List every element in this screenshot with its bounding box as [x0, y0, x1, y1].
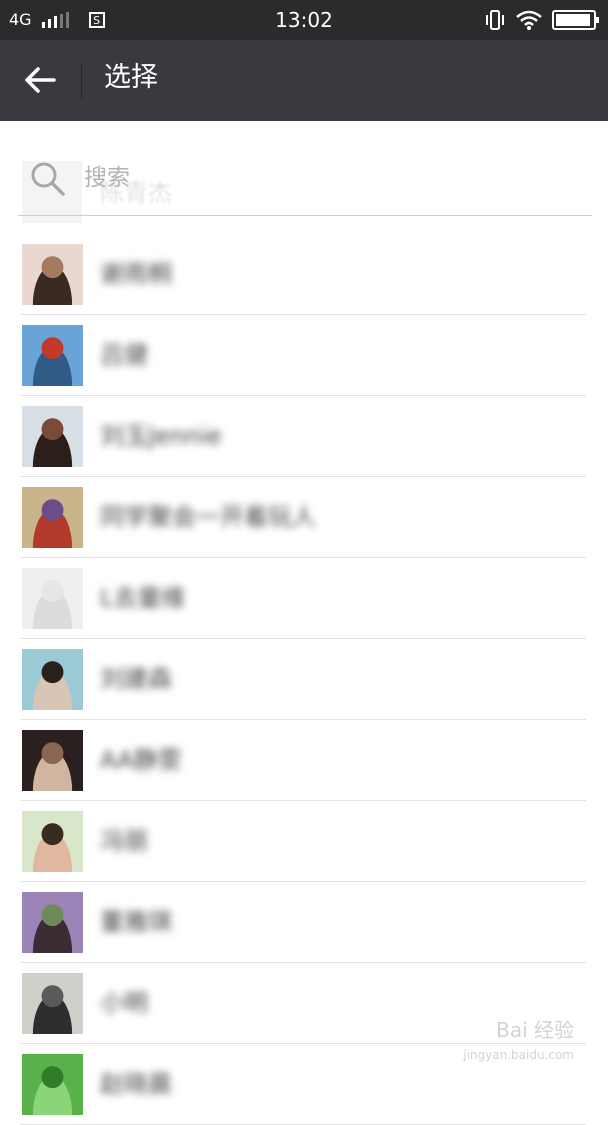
search-underline [18, 215, 592, 216]
contact-name: 同学聚会一开着玩人 [100, 503, 316, 531]
contact-name: 冯丽 [100, 827, 148, 855]
avatar [22, 325, 83, 386]
status-right [484, 9, 599, 31]
search-input[interactable] [82, 157, 566, 199]
status-bar: 4G S 13:02 [0, 0, 608, 40]
contact-name: 刘建森 [100, 665, 172, 693]
back-button[interactable] [18, 60, 62, 100]
app-bar: 选择 [0, 40, 608, 121]
contact-name: 谢雨桐 [100, 260, 172, 288]
avatar [22, 568, 83, 629]
contact-row[interactable]: 刘建森 [0, 639, 608, 720]
baidu-watermark: Bai 经验 [496, 1018, 574, 1042]
contact-name: 刘玉Jennie [100, 422, 222, 450]
contact-row[interactable]: 谢雨桐 [0, 234, 608, 315]
avatar [22, 1054, 83, 1115]
battery-level [556, 14, 590, 26]
contact-name: 赵晓晨 [100, 1070, 172, 1098]
appbar-divider [81, 62, 82, 100]
contact-name: 董雅琪 [100, 908, 172, 936]
contact-row[interactable]: L去童维 [0, 558, 608, 639]
baidu-watermark-url: jingyan.baidu.com [463, 1048, 574, 1062]
avatar [22, 892, 83, 953]
contact-row[interactable]: 同学聚会一开着玩人 [0, 477, 608, 558]
avatar [22, 973, 83, 1034]
avatar [22, 406, 83, 467]
contact-row[interactable]: 吕健 [0, 315, 608, 396]
vibrate-icon [486, 10, 504, 30]
contact-name: AA静雯 [100, 746, 182, 774]
contact-name: 吕健 [100, 341, 148, 369]
contact-name: L去童维 [100, 584, 186, 612]
avatar [22, 244, 83, 305]
contact-row[interactable]: 刘玉Jennie [0, 396, 608, 477]
avatar [22, 730, 83, 791]
avatar [22, 811, 83, 872]
wifi-icon [516, 10, 542, 30]
arrow-left-icon [25, 67, 56, 93]
contact-list: 谢雨桐吕健刘玉Jennie 同学聚会一开着玩人 L去童维刘建森 AA静雯冯丽董雅琪小明… [0, 234, 608, 1125]
search-bar: 陈青杰 [0, 121, 608, 233]
avatar [22, 649, 83, 710]
contact-row[interactable]: 董雅琪 [0, 882, 608, 963]
page-title: 选择 [104, 62, 158, 93]
battery-icon [552, 10, 599, 30]
contact-name: 小明 [100, 989, 148, 1017]
contact-row[interactable]: AA静雯 [0, 720, 608, 801]
contact-row[interactable]: 冯丽 [0, 801, 608, 882]
avatar [22, 487, 83, 548]
search-icon [31, 162, 65, 196]
